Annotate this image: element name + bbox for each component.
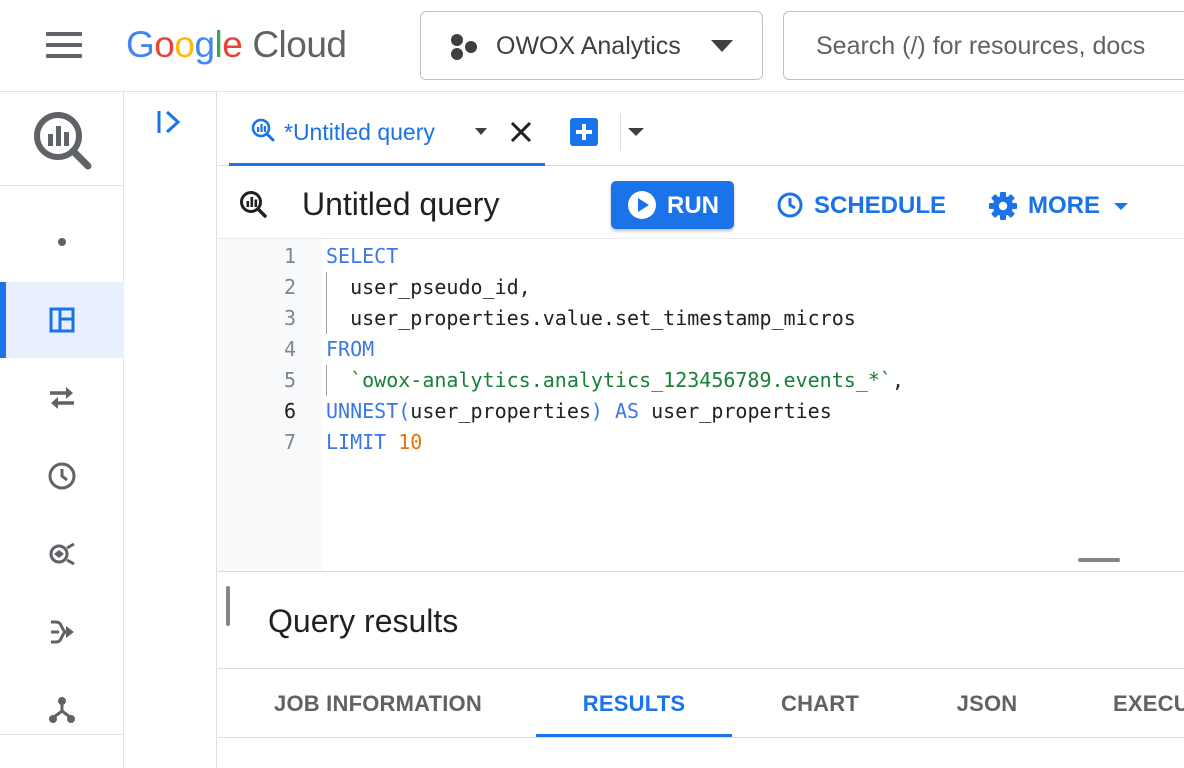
top-app-bar: Google Cloud OWOX Analytics Search (/) fo… xyxy=(0,0,1184,92)
tab-separator xyxy=(620,114,621,150)
query-results-panel: Query results JOB INFORMATION RESULTS CH… xyxy=(218,572,1184,768)
line-number: 3 xyxy=(283,306,296,330)
code-line: LIMIT 10 xyxy=(326,427,422,458)
search-input[interactable]: Search (/) for resources, docs xyxy=(783,11,1184,80)
new-query-button[interactable] xyxy=(570,118,598,146)
tab-job-information[interactable]: JOB INFORMATION xyxy=(258,669,498,739)
sql-paren: ( xyxy=(398,399,411,423)
close-icon[interactable] xyxy=(507,118,535,146)
editor-resize-handle[interactable] xyxy=(1078,558,1120,562)
rail-item-workflows[interactable] xyxy=(0,672,124,748)
code-line: `owox-analytics.analytics_123456789.even… xyxy=(326,365,904,396)
results-title: Query results xyxy=(268,603,459,639)
rail-item-overview[interactable] xyxy=(0,204,124,280)
logo-letter: o xyxy=(154,24,175,65)
rail-item-studio[interactable] xyxy=(0,282,124,358)
panel-drag-handle[interactable] xyxy=(226,586,230,626)
bigquery-logo-icon[interactable] xyxy=(30,108,94,172)
logo-letter: e xyxy=(222,24,243,65)
sql-keyword: AS xyxy=(602,399,652,423)
sql-keyword: SELECT xyxy=(326,244,399,268)
project-icon xyxy=(451,34,479,60)
project-selector[interactable]: OWOX Analytics xyxy=(420,11,763,80)
schedule-label: SCHEDULE xyxy=(814,192,947,219)
logo-letter: o xyxy=(174,24,195,65)
analytics-hub-icon xyxy=(49,542,75,566)
rail-item-analytics-hub[interactable] xyxy=(0,516,124,592)
sql-number: 10 xyxy=(398,430,423,454)
schedule-button[interactable]: SCHEDULE xyxy=(774,181,947,229)
rail-item-scheduled-queries[interactable] xyxy=(0,438,124,514)
sql-punct: , xyxy=(891,368,904,392)
sql-keyword: FROM xyxy=(326,337,375,361)
sql-string: `owox-analytics.analytics_123456789.even… xyxy=(326,368,892,392)
tab-chart[interactable]: CHART xyxy=(766,669,874,739)
more-label: MORE xyxy=(1028,192,1100,219)
rail-item-data-transfers[interactable] xyxy=(0,360,124,436)
pipeline-icon xyxy=(51,620,74,644)
transfer-icon xyxy=(50,387,74,409)
code-line: SELECT xyxy=(326,241,398,272)
editor-tab-bar: *Untitled query xyxy=(218,92,1184,166)
line-number: 6 xyxy=(283,399,296,423)
line-number: 1 xyxy=(283,244,296,268)
sql-editor[interactable]: 1 2 3 4 5 6 7 SELECT user_pseudo_id, use… xyxy=(218,239,1184,572)
run-label: RUN xyxy=(667,192,719,219)
tab-menu-caret-icon[interactable] xyxy=(475,128,487,135)
play-icon xyxy=(628,191,656,219)
new-tab-menu-caret-icon[interactable] xyxy=(628,128,644,136)
tab-execution-details[interactable]: EXECUTION DETAILS xyxy=(1113,669,1184,739)
rail-divider xyxy=(0,734,124,735)
sql-keyword: UNNEST xyxy=(326,399,399,423)
code-line: user_pseudo_id, xyxy=(326,275,531,299)
google-cloud-logo[interactable]: Google Cloud xyxy=(126,22,347,68)
dot-icon xyxy=(58,238,66,246)
editor-toolbar: Untitled query RUN SCHEDULE MORE xyxy=(218,167,1184,239)
more-button[interactable]: MORE xyxy=(988,181,1138,229)
clock-icon xyxy=(777,192,803,218)
logo-cloud-text: Cloud xyxy=(252,24,347,65)
sql-paren: ) xyxy=(590,399,603,423)
workflow-icon xyxy=(49,697,75,723)
chevron-down-icon xyxy=(711,40,733,52)
query-icon xyxy=(251,118,275,142)
explorer-collapsed-panel xyxy=(124,92,217,768)
sql-identifier: user_properties xyxy=(410,399,591,423)
code-line: user_properties.value.set_timestamp_micr… xyxy=(326,306,856,330)
tab-json[interactable]: JSON xyxy=(942,669,1032,739)
sql-keyword: LIMIT xyxy=(326,430,387,454)
query-icon xyxy=(240,191,267,218)
logo-letter: G xyxy=(126,24,155,65)
line-number: 2 xyxy=(283,275,296,299)
gear-icon xyxy=(989,192,1017,220)
logo-letter: g xyxy=(194,24,215,65)
search-placeholder: Search (/) for resources, docs xyxy=(816,32,1146,60)
main-menu-icon[interactable] xyxy=(44,28,86,62)
run-button[interactable]: RUN xyxy=(611,181,734,229)
active-tab-indicator xyxy=(536,734,732,737)
tab-untitled-query[interactable]: *Untitled query xyxy=(229,92,545,166)
line-number: 5 xyxy=(283,368,296,392)
tab-results[interactable]: RESULTS xyxy=(536,669,732,739)
rail-divider xyxy=(0,185,124,186)
sql-identifier: user_properties xyxy=(651,399,832,423)
tab-label: *Untitled query xyxy=(284,119,435,145)
expand-panel-icon[interactable] xyxy=(154,107,184,137)
product-nav-rail xyxy=(0,92,124,768)
line-number: 4 xyxy=(283,337,296,361)
code-line: UNNEST(user_properties) AS user_properti… xyxy=(326,396,832,427)
project-name: OWOX Analytics xyxy=(496,32,681,60)
dashboard-icon xyxy=(49,307,75,333)
code-line: FROM xyxy=(326,334,374,365)
query-title: Untitled query xyxy=(302,186,500,222)
results-tab-bar: JOB INFORMATION RESULTS CHART JSON EXECU… xyxy=(218,668,1184,738)
rail-item-dataflow[interactable] xyxy=(0,594,124,670)
line-number: 7 xyxy=(283,430,296,454)
chevron-down-icon xyxy=(1114,203,1128,210)
clock-icon xyxy=(48,462,76,490)
